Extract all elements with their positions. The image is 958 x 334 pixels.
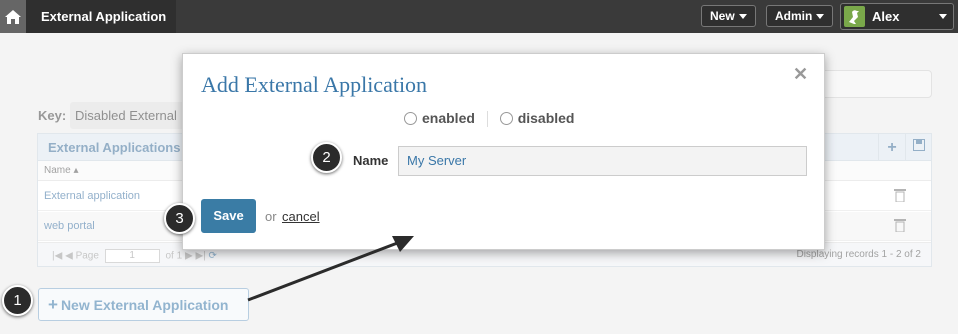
save-button[interactable]: Save (201, 199, 256, 233)
user-name: Alex (872, 9, 900, 24)
dialog-title: Add External Application (201, 72, 428, 97)
status-radio-group: enabled disabled (404, 110, 574, 130)
step-callout-1: 1 (2, 285, 33, 316)
top-navigation-bar: External Applications New Admin Alex (0, 0, 958, 33)
radio-enabled[interactable] (404, 112, 417, 125)
avatar (844, 6, 865, 27)
avatar-bird-icon (849, 10, 859, 24)
cancel-link[interactable]: cancel (282, 209, 320, 224)
name-input[interactable]: My Server (398, 146, 807, 176)
add-external-application-dialog: Add External Application ✕ enabled disab… (182, 53, 825, 250)
breadcrumb[interactable]: External Applications (26, 0, 176, 33)
user-menu-button[interactable]: Alex (840, 3, 954, 30)
home-button[interactable] (0, 0, 26, 33)
step-callout-3: 3 (164, 203, 195, 234)
new-menu-label: New (710, 9, 735, 23)
step-callout-2: 2 (311, 142, 342, 173)
admin-menu-label: Admin (775, 9, 813, 23)
breadcrumb-arrow (166, 0, 176, 33)
admin-menu-button[interactable]: Admin (766, 5, 834, 27)
caret-down-icon (738, 14, 747, 20)
radio-disabled-label[interactable]: disabled (518, 110, 575, 126)
new-menu-button[interactable]: New (701, 5, 756, 27)
radio-divider (486, 111, 488, 128)
or-text: or (265, 209, 277, 224)
close-icon[interactable]: ✕ (793, 64, 808, 85)
caret-down-icon (816, 14, 825, 20)
radio-enabled-label[interactable]: enabled (422, 110, 475, 126)
home-icon (5, 9, 21, 24)
name-field-label: Name (353, 153, 389, 168)
caret-down-icon (939, 14, 947, 19)
radio-disabled[interactable] (499, 112, 513, 125)
